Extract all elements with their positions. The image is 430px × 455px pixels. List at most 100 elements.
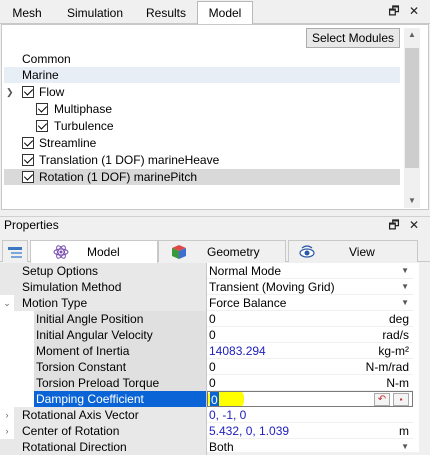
tab-label: Geometry	[207, 245, 260, 259]
tree-item-multiphase[interactable]: Multiphase	[4, 101, 400, 117]
tree-item-marine[interactable]: Marine	[4, 67, 400, 83]
tab-simulation[interactable]: Simulation	[54, 1, 136, 24]
tree-item-label: Multiphase	[54, 102, 113, 116]
prop-name: Rotational Axis Vector	[14, 407, 207, 423]
prop-initial-angular-velocity[interactable]: Initial Angular Velocity 0 rad/s	[0, 327, 419, 343]
prop-motion-type[interactable]: ⌄ Motion Type Force Balance ▼	[0, 295, 419, 311]
scroll-up-icon[interactable]: ▲	[404, 30, 420, 39]
prop-value[interactable]: 14083.294 kg-m²	[207, 343, 413, 359]
prop-torsion-preload[interactable]: Torsion Preload Torque 0 N-m	[0, 375, 419, 391]
select-modules-button[interactable]: Select Modules	[306, 28, 400, 48]
prop-value[interactable]: Normal Mode ▼	[207, 263, 413, 279]
value-text: 0	[210, 392, 219, 407]
value-text: 0	[209, 312, 216, 326]
tree-item-label: Flow	[39, 85, 65, 99]
prop-value[interactable]: 0 rad/s	[207, 327, 413, 343]
prop-setup-options[interactable]: Setup Options Normal Mode ▼	[0, 263, 419, 279]
value-text: Force Balance	[209, 296, 287, 310]
unit-text: rad/s	[382, 328, 409, 342]
properties-header: Properties 🗗 ✕	[0, 216, 430, 234]
tab-mesh[interactable]: Mesh	[2, 1, 52, 24]
prop-name: Moment of Inertia	[34, 343, 207, 359]
eye-icon	[299, 245, 315, 258]
prop-name: Initial Angle Position	[34, 311, 207, 327]
unit-text: m	[399, 424, 409, 438]
float-window-icon[interactable]: 🗗	[386, 3, 402, 19]
value-text: 0	[209, 328, 216, 342]
collapse-icon[interactable]: ⌄	[2, 295, 12, 311]
checkbox-translation[interactable]	[22, 154, 34, 166]
prop-name: Motion Type	[14, 295, 207, 311]
value-text: 0	[209, 360, 216, 374]
tree-item-label: Turbulence	[54, 119, 114, 133]
prop-value[interactable]: Force Balance ▼	[207, 295, 413, 311]
checkbox-flow[interactable]	[22, 86, 34, 98]
tree-item-common[interactable]: Common	[4, 51, 400, 67]
property-grid: Setup Options Normal Mode ▼ Simulation M…	[0, 263, 419, 455]
categorized-view-button[interactable]	[2, 240, 28, 262]
prop-name: Setup Options	[0, 263, 207, 279]
unit-text: kg-m²	[378, 344, 409, 358]
scroll-down-icon[interactable]: ▼	[404, 196, 420, 205]
tree-item-flow[interactable]: ❯ Flow	[4, 84, 400, 100]
prop-value[interactable]: 0 N-m	[207, 375, 413, 391]
tree-item-translation[interactable]: Translation (1 DOF) marineHeave	[4, 152, 400, 168]
prop-value[interactable]: Transient (Moving Grid) ▼	[207, 279, 413, 295]
prop-rotational-axis-vector[interactable]: › Rotational Axis Vector 0, -1, 0	[0, 407, 419, 423]
checkbox-turbulence[interactable]	[36, 120, 48, 132]
prop-name: Center of Rotation	[14, 423, 207, 439]
prop-value[interactable]: 0 N-m/rad	[207, 359, 413, 375]
close-icon[interactable]: ✕	[406, 217, 422, 233]
tree-item-streamline[interactable]: Streamline	[4, 135, 400, 151]
categorized-icon	[8, 247, 22, 258]
value-text: Both	[209, 440, 234, 454]
dropdown-icon[interactable]: ▼	[401, 263, 409, 278]
checkbox-streamline[interactable]	[22, 137, 34, 149]
dropdown-icon[interactable]: ▼	[401, 295, 409, 310]
expand-icon[interactable]: ›	[2, 423, 12, 439]
checkbox-multiphase[interactable]	[36, 103, 48, 115]
prop-initial-angle[interactable]: Initial Angle Position 0 deg	[0, 311, 419, 327]
tab-results[interactable]: Results	[138, 1, 194, 24]
prop-value[interactable]: Both ▼	[207, 439, 413, 455]
close-icon[interactable]: ✕	[406, 3, 422, 19]
damping-value-input[interactable]: 0 ↶ ▪	[207, 391, 413, 407]
prop-value[interactable]: 0 deg	[207, 311, 413, 327]
tree-item-rotation[interactable]: Rotation (1 DOF) marinePitch	[4, 169, 400, 185]
dropdown-icon[interactable]: ▼	[401, 439, 409, 454]
tree-item-label: Marine	[22, 68, 59, 82]
properties-scrollbar[interactable]	[419, 263, 430, 452]
value-text: Transient (Moving Grid)	[209, 280, 335, 294]
checkbox-rotation[interactable]	[22, 171, 34, 183]
tab-model[interactable]: Model	[197, 1, 253, 25]
prop-value[interactable]: 5.432, 0, 1.039 m	[207, 423, 413, 439]
scrollbar-thumb[interactable]	[405, 48, 419, 168]
tree-item-label: Rotation (1 DOF) marinePitch	[39, 170, 198, 184]
prop-simulation-method[interactable]: Simulation Method Transient (Moving Grid…	[0, 279, 419, 295]
prop-name: Simulation Method	[0, 279, 207, 295]
tree-item-turbulence[interactable]: Turbulence	[4, 118, 400, 134]
expression-icon[interactable]: ▪	[393, 393, 409, 406]
tab-view-props[interactable]: View	[288, 240, 418, 262]
collapse-icon[interactable]: ❯	[6, 84, 14, 100]
prop-name: Damping Coefficient	[34, 391, 207, 407]
cube-icon	[172, 245, 186, 259]
dropdown-icon[interactable]: ▼	[401, 279, 409, 294]
atom-icon	[53, 245, 69, 259]
prop-center-of-rotation[interactable]: › Center of Rotation 5.432, 0, 1.039 m	[0, 423, 419, 439]
float-window-icon[interactable]: 🗗	[386, 217, 402, 233]
expand-icon[interactable]: ›	[2, 407, 12, 423]
prop-rotational-direction[interactable]: Rotational Direction Both ▼	[0, 439, 419, 455]
properties-title: Properties	[4, 218, 59, 232]
unit-text: N-m	[386, 376, 409, 390]
prop-value[interactable]: 0, -1, 0	[207, 407, 413, 423]
undo-icon[interactable]: ↶	[374, 393, 390, 406]
tree-item-label: Common	[22, 52, 71, 66]
tree-item-label: Streamline	[39, 136, 97, 150]
prop-moment-of-inertia[interactable]: Moment of Inertia 14083.294 kg-m²	[0, 343, 419, 359]
prop-torsion-constant[interactable]: Torsion Constant 0 N-m/rad	[0, 359, 419, 375]
tab-geometry-props[interactable]: Geometry	[158, 240, 286, 262]
top-tab-bar: Mesh Simulation Results Model 🗗 ✕	[0, 0, 430, 25]
tab-model-props[interactable]: Model	[30, 240, 158, 263]
prop-damping-coefficient[interactable]: Damping Coefficient 0 ↶ ▪	[0, 391, 419, 407]
